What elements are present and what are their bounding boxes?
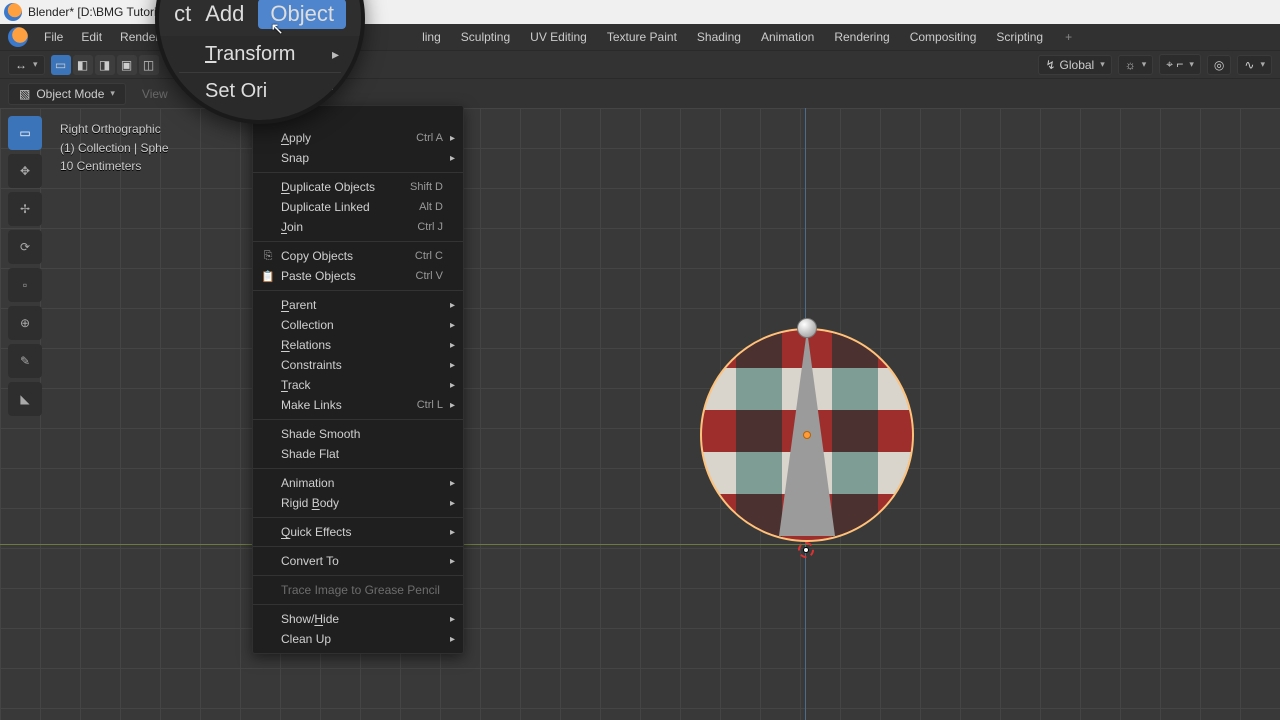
tab-modeling[interactable]: ling xyxy=(412,26,451,48)
menu-relations[interactable]: Relations xyxy=(253,335,463,355)
menu-make-links[interactable]: Make LinksCtrl L xyxy=(253,395,463,415)
select-box-icon[interactable]: ▭ xyxy=(51,55,71,75)
3d-cursor-icon[interactable] xyxy=(796,540,816,560)
menu-separator xyxy=(253,575,463,576)
pivot-dropdown[interactable]: ☼▾ xyxy=(1118,55,1154,75)
magnified-set-origin-label: Set Ori xyxy=(205,80,267,103)
paste-icon: 📋 xyxy=(261,269,275,283)
orientation-label: Global xyxy=(1060,58,1095,72)
select-none-icon[interactable]: ▣ xyxy=(117,55,137,75)
menu-apply[interactable]: ApplyCtrl A xyxy=(253,128,463,148)
tool-annotate[interactable]: ✎ xyxy=(8,344,42,378)
tab-scripting[interactable]: Scripting xyxy=(986,26,1053,48)
menu-edit[interactable]: Edit xyxy=(73,26,110,48)
overlay-view-name: Right Orthographic xyxy=(60,120,169,139)
tab-rendering[interactable]: Rendering xyxy=(824,26,899,48)
tab-uv-editing[interactable]: UV Editing xyxy=(520,26,597,48)
menu-separator xyxy=(253,546,463,547)
menu-separator xyxy=(253,517,463,518)
menu-join[interactable]: JoinCtrl J xyxy=(253,217,463,237)
proportional-edit-toggle[interactable]: ◎ xyxy=(1207,55,1231,75)
menu-separator xyxy=(253,604,463,605)
blender-icon[interactable] xyxy=(8,27,28,47)
object-origin-sphere-icon xyxy=(797,318,817,338)
menu-separator xyxy=(253,419,463,420)
viewport-toolbar: ▭ ✥ ✢ ⟳ ▫ ⊕ ✎ ◣ xyxy=(8,116,42,416)
transform-orientation-dropdown[interactable]: ↯ Global▾ xyxy=(1038,55,1111,75)
object-origin-icon xyxy=(803,431,811,439)
menu-copy-objects[interactable]: ⎘Copy ObjectsCtrl C xyxy=(253,246,463,266)
select-intersect-icon[interactable]: ◫ xyxy=(139,55,159,75)
menu-shade-smooth[interactable]: Shade Smooth xyxy=(253,424,463,444)
tool-rotate[interactable]: ⟳ xyxy=(8,230,42,264)
tool-transform[interactable]: ⊕ xyxy=(8,306,42,340)
magnified-object-button[interactable]: Object ↖ xyxy=(258,0,346,29)
menu-separator xyxy=(253,241,463,242)
tool-cursor[interactable]: ✥ xyxy=(8,154,42,188)
menu-separator xyxy=(253,290,463,291)
cube-icon: ▧ xyxy=(19,87,30,101)
object-menu: ApplyCtrl A Snap Duplicate ObjectsShift … xyxy=(252,105,464,654)
menu-show-hide[interactable]: Show/Hide xyxy=(253,609,463,629)
add-workspace-button[interactable]: + xyxy=(1055,26,1082,48)
object-sphere[interactable] xyxy=(700,328,914,542)
menu-clean-up[interactable]: Clean Up xyxy=(253,629,463,649)
menu-separator xyxy=(253,172,463,173)
magnified-menu-transform[interactable]: Transform xyxy=(159,36,361,72)
copy-icon: ⎘ xyxy=(261,249,275,263)
interaction-mode-dropdown[interactable]: ▧ Object Mode ▾ xyxy=(8,83,126,105)
proportional-falloff-dropdown[interactable]: ∿▾ xyxy=(1237,55,1272,75)
tab-compositing[interactable]: Compositing xyxy=(900,26,987,48)
select-mode-icons: ▭ ◧ ◨ ▣ ◫ xyxy=(51,55,159,75)
snap-toggle[interactable]: ⌖ ⌐ ▾ xyxy=(1159,54,1201,75)
menu-duplicate-linked[interactable]: Duplicate LinkedAlt D xyxy=(253,197,463,217)
magnified-mode-row: ct Add Object ↖ xyxy=(159,0,361,36)
magnified-view-fragment: ct xyxy=(174,1,191,27)
overlay-grid-scale: 10 Centimeters xyxy=(60,157,169,176)
menu-separator xyxy=(253,468,463,469)
select-invert-icon[interactable]: ◨ xyxy=(95,55,115,75)
viewport-3d[interactable]: ▭ ✥ ✢ ⟳ ▫ ⊕ ✎ ◣ Right Orthographic (1) C… xyxy=(0,108,1280,720)
axis-x-line xyxy=(0,544,1280,545)
tab-texture-paint[interactable]: Texture Paint xyxy=(597,26,687,48)
menu-duplicate-objects[interactable]: Duplicate ObjectsShift D xyxy=(253,177,463,197)
tool-measure[interactable]: ◣ xyxy=(8,382,42,416)
magnified-menu-set-origin[interactable]: Set Ori xyxy=(159,73,361,109)
menu-constraints[interactable]: Constraints xyxy=(253,355,463,375)
menu-track[interactable]: Track xyxy=(253,375,463,395)
select-all-icon[interactable]: ◧ xyxy=(73,55,93,75)
overlay-collection: (1) Collection | Sphe xyxy=(60,139,169,158)
menu-trace-image-grease-pencil: Trace Image to Grease Pencil xyxy=(253,580,463,600)
menu-quick-effects[interactable]: Quick Effects xyxy=(253,522,463,542)
tool-move[interactable]: ✢ xyxy=(8,192,42,226)
tab-sculpting[interactable]: Sculpting xyxy=(451,26,520,48)
cursor-tool-dropdown[interactable]: ↔▾ xyxy=(8,55,45,75)
menu-convert-to[interactable]: Convert To xyxy=(253,551,463,571)
viewport-overlay-info: Right Orthographic (1) Collection | Sphe… xyxy=(60,120,169,176)
menu-paste-objects[interactable]: 📋Paste ObjectsCtrl V xyxy=(253,266,463,286)
menu-animation[interactable]: Animation xyxy=(253,473,463,493)
tool-scale[interactable]: ▫ xyxy=(8,268,42,302)
tool-select-box[interactable]: ▭ xyxy=(8,116,42,150)
mode-label: Object Mode xyxy=(36,87,104,101)
tab-shading[interactable]: Shading xyxy=(687,26,751,48)
magnified-add: Add xyxy=(205,1,244,27)
menu-rigid-body[interactable]: Rigid Body xyxy=(253,493,463,513)
menu-file[interactable]: File xyxy=(36,26,71,48)
menu-shade-flat[interactable]: Shade Flat xyxy=(253,444,463,464)
magnifier-overlay: lelp Layout ct Add Object ↖ Transform Se… xyxy=(155,0,365,124)
menu-snap[interactable]: Snap xyxy=(253,148,463,168)
menu-collection[interactable]: Collection xyxy=(253,315,463,335)
tab-animation[interactable]: Animation xyxy=(751,26,824,48)
viewport-grid xyxy=(0,108,1280,720)
blender-logo-icon xyxy=(4,3,22,21)
menu-parent[interactable]: Parent xyxy=(253,295,463,315)
